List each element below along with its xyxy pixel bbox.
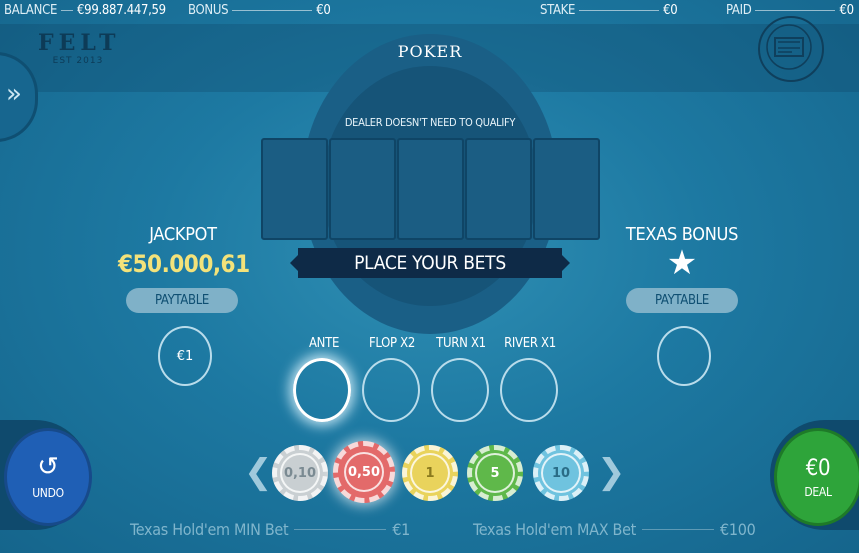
- turn-label: TURN X1: [436, 336, 486, 351]
- min-bet-value: €1: [392, 520, 411, 539]
- max-bet-info: Texas Hold'em MAX Bet €100: [473, 520, 756, 539]
- ante-bet-spot[interactable]: [293, 358, 351, 422]
- bonus-value: €0: [316, 3, 331, 18]
- card-slot: [329, 138, 396, 240]
- divider: [755, 10, 836, 11]
- bonus-label: BONUS: [188, 3, 229, 18]
- stake-display: STAKE €0: [540, 3, 678, 18]
- game-table: BALANCE €99.887.447,59 BONUS €0 STAKE €0…: [0, 0, 859, 553]
- undo-label: UNDO: [32, 486, 64, 500]
- river-bet-spot[interactable]: [500, 358, 558, 422]
- max-bet-value: €100: [720, 520, 756, 539]
- undo-button[interactable]: ↺ UNDO: [4, 428, 92, 526]
- divider: [579, 10, 660, 11]
- place-bets-banner: PLACE YOUR BETS: [290, 248, 570, 278]
- deal-label: DEAL: [804, 484, 832, 499]
- banner-text: PLACE YOUR BETS: [354, 252, 506, 274]
- jackpot-paytable-button[interactable]: PAYTABLE: [126, 288, 238, 313]
- stake-label: STAKE: [540, 3, 576, 18]
- chip-0-10[interactable]: 0,10: [272, 445, 328, 501]
- qualify-notice: DEALER DOESN'T NEED TO QUALIFY: [344, 116, 516, 129]
- chip-10[interactable]: 10: [533, 445, 589, 501]
- chevron-left-icon[interactable]: ❮: [244, 452, 273, 492]
- jackpot-amount: €50.000,61: [118, 250, 250, 278]
- texas-bonus-title: TEXAS BONUS: [625, 224, 739, 245]
- chip-value: 0,10: [280, 453, 320, 493]
- paid-label: PAID: [726, 3, 752, 18]
- double-chevron-right-icon: »: [6, 79, 22, 109]
- chevron-right-icon[interactable]: ❯: [597, 452, 626, 492]
- logo-word: FELT: [38, 30, 121, 56]
- undo-icon: ↺: [37, 452, 59, 482]
- bonus-display: BONUS €0: [188, 3, 331, 18]
- max-bet-label: Texas Hold'em MAX Bet: [473, 520, 637, 539]
- balance-display: BALANCE €99.887.447,59: [4, 3, 166, 18]
- divider: [294, 529, 387, 530]
- deal-button[interactable]: €0 DEAL: [774, 428, 859, 526]
- ante-label: ANTE: [308, 336, 340, 351]
- flop-label: FLOP X2: [368, 336, 416, 351]
- divider: [232, 10, 313, 11]
- jackpot-title: JACKPOT: [149, 224, 217, 245]
- texas-holdem-badge-icon: [758, 16, 824, 82]
- jackpot-bet-value: €1: [176, 348, 194, 364]
- card-slot: [261, 138, 328, 240]
- chip-value: 10: [541, 453, 581, 493]
- deal-amount: €0: [805, 455, 831, 481]
- divider: [61, 10, 74, 11]
- logo-est: EST 2013: [52, 56, 104, 66]
- felt-logo: FELT EST 2013: [38, 30, 118, 82]
- river-label: RIVER X1: [504, 336, 556, 351]
- paid-value: €0: [839, 3, 854, 18]
- balance-value: €99.887.447,59: [77, 3, 166, 18]
- divider: [642, 529, 715, 530]
- top-bar: BALANCE €99.887.447,59 BONUS €0 STAKE €0…: [0, 0, 859, 24]
- chip-value: 1: [410, 453, 450, 493]
- table-title: POKER: [397, 42, 463, 61]
- balance-label: BALANCE: [4, 3, 58, 18]
- chip-5[interactable]: 5: [467, 445, 523, 501]
- chip-value: 0,50: [344, 452, 384, 492]
- card-slot: [397, 138, 464, 240]
- min-bet-label: Texas Hold'em MIN Bet: [130, 520, 289, 539]
- card-slot: [465, 138, 532, 240]
- stake-value: €0: [663, 3, 678, 18]
- texas-bonus-bet-spot[interactable]: [657, 326, 711, 386]
- texas-bonus-paytable-button[interactable]: PAYTABLE: [626, 288, 738, 313]
- chip-1[interactable]: 1: [402, 445, 458, 501]
- turn-bet-spot[interactable]: [431, 358, 489, 422]
- star-icon: ★: [666, 243, 698, 283]
- card-slot: [533, 138, 600, 240]
- jackpot-bet-spot[interactable]: €1: [158, 326, 212, 386]
- min-bet-info: Texas Hold'em MIN Bet €1: [130, 520, 410, 539]
- flop-bet-spot[interactable]: [362, 358, 420, 422]
- chip-0-50[interactable]: 0,50: [333, 441, 395, 503]
- chip-value: 5: [475, 453, 515, 493]
